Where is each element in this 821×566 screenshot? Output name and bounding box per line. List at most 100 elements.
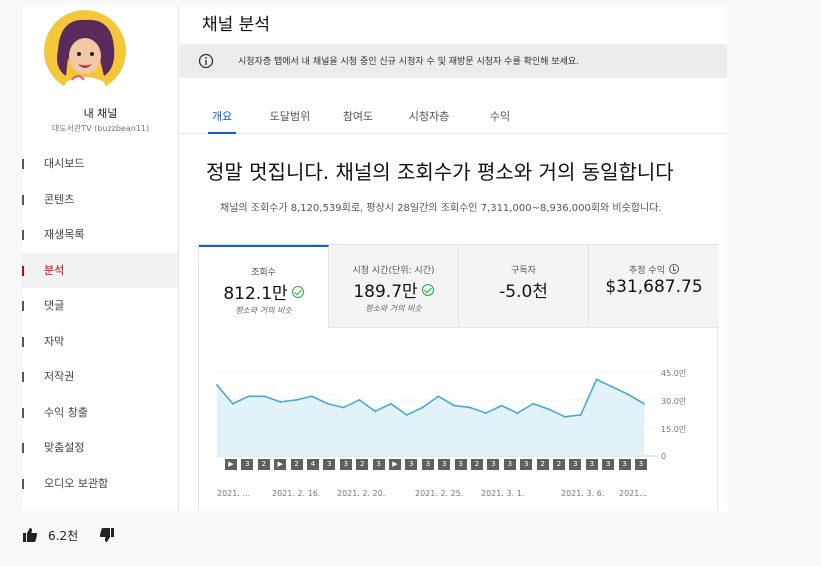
- sidebar-item-label: 맞춤설정: [44, 441, 85, 454]
- data-point: [389, 402, 392, 405]
- sidebar-item-copyright[interactable]: 저작권: [22, 359, 178, 395]
- sidebar-item-monetization[interactable]: 수익 창출: [22, 395, 178, 431]
- video-marker[interactable]: 3: [454, 459, 467, 470]
- metric-subscribers[interactable]: 구독자 -5.0천: [459, 245, 589, 328]
- sidebar-item-audio-library[interactable]: 오디오 보관함: [22, 466, 178, 502]
- data-point: [453, 404, 456, 407]
- metrics-card: 조회수 812.1만 평소와 거의 비슷 시청 시간(단위: 시간) 189.7…: [198, 244, 719, 511]
- video-marker[interactable]: 3: [635, 459, 647, 470]
- metric-value: 189.7만: [329, 277, 458, 302]
- video-marker[interactable]: 2: [471, 459, 483, 470]
- info-banner: 시청자층 탭에서 내 채널을 시청 중인 신규 시청자 수 및 재방문 시청자 …: [180, 44, 727, 78]
- data-point: [595, 378, 598, 381]
- sidebar-item-label: 콘텐츠: [44, 192, 75, 206]
- sidebar-item-content[interactable]: 콘텐츠: [22, 182, 178, 218]
- video-marker[interactable]: 4: [307, 459, 319, 470]
- y-tick-label: 15.0만: [661, 425, 687, 434]
- video-marker[interactable]: 3: [487, 459, 500, 470]
- customization-icon: [22, 443, 24, 453]
- info-icon: [198, 53, 214, 69]
- metric-note: 평소와 거의 비슷: [235, 306, 292, 315]
- copyright-icon: [22, 372, 24, 382]
- video-marker[interactable]: 3: [372, 459, 385, 470]
- thumbs-down-icon[interactable]: [99, 527, 115, 543]
- data-point: [532, 402, 535, 405]
- data-point: [627, 393, 630, 396]
- metric-value: 812.1만: [199, 279, 328, 304]
- video-marker[interactable]: ▶: [274, 459, 287, 470]
- tab-overview[interactable]: 개요: [208, 102, 236, 134]
- like-count: 6.2천: [48, 528, 79, 543]
- video-marker[interactable]: 3: [585, 459, 598, 470]
- screen: 내 채널 대도서관TV (buzzbean11) 대시보드 콘텐츠 재생목록 분…: [0, 0, 821, 566]
- video-marker[interactable]: 3: [569, 459, 582, 470]
- sidebar-item-customization[interactable]: 맞춤설정: [22, 430, 178, 466]
- video-marker[interactable]: 3: [520, 459, 533, 470]
- video-marker[interactable]: 2: [553, 459, 565, 470]
- sidebar-item-label: 댓글: [44, 299, 65, 312]
- metric-label: 추정 수익: [589, 263, 719, 276]
- data-point: [263, 395, 266, 398]
- data-point: [548, 408, 551, 411]
- sidebar-item-playlists[interactable]: 재생목록: [22, 217, 178, 253]
- video-marker[interactable]: 3: [421, 459, 434, 470]
- sidebar-item-dashboard[interactable]: 대시보드: [22, 146, 178, 182]
- metric-revenue[interactable]: 추정 수익 $31,687.75: [589, 245, 719, 328]
- data-point: [342, 406, 345, 409]
- sidebar: 내 채널 대도서관TV (buzzbean11) 대시보드 콘텐츠 재생목록 분…: [22, 6, 179, 511]
- metric-value-text: 812.1만: [223, 284, 288, 304]
- audio-library-icon: [22, 478, 24, 489]
- content-icon: [22, 194, 24, 205]
- subtitles-icon: [22, 336, 24, 347]
- channel-name: 내 채널: [83, 107, 118, 120]
- video-marker[interactable]: 3: [602, 459, 615, 470]
- video-marker[interactable]: 2: [356, 459, 369, 470]
- check-circle-icon: [421, 284, 434, 296]
- sidebar-item-comments[interactable]: 댓글: [22, 288, 178, 324]
- data-point: [579, 413, 582, 416]
- tab-reach[interactable]: 도달범위: [266, 102, 314, 134]
- metric-label-text: 추정 수익: [629, 266, 665, 276]
- video-marker[interactable]: 2: [290, 459, 303, 470]
- reactions-bar: 6.2천: [22, 524, 115, 546]
- tab-audience[interactable]: 시청자층: [403, 102, 455, 134]
- video-marker[interactable]: ▶: [389, 459, 401, 470]
- sidebar-item-label: 대시보드: [44, 157, 85, 170]
- video-marker[interactable]: 3: [405, 459, 418, 470]
- tab-engagement[interactable]: 참여도: [338, 102, 378, 134]
- check-circle-icon: [291, 286, 304, 298]
- sidebar-item-label: 오디오 보관함: [44, 476, 109, 490]
- metric-label: 구독자: [511, 266, 536, 276]
- video-marker[interactable]: 3: [618, 459, 631, 470]
- video-marker[interactable]: 3: [438, 459, 451, 470]
- sidebar-item-subtitles[interactable]: 자막: [22, 324, 178, 360]
- channel-avatar[interactable]: [44, 10, 126, 92]
- tab-revenue[interactable]: 수익: [480, 102, 520, 134]
- thumbs-up-icon[interactable]: [22, 527, 38, 543]
- y-tick-label: 0: [661, 452, 667, 461]
- video-marker[interactable]: ▶: [225, 459, 237, 470]
- metric-value: $31,687.75: [605, 277, 703, 297]
- comments-icon: [22, 301, 24, 311]
- playlist-icon: [22, 230, 24, 240]
- video-marker[interactable]: 3: [339, 459, 352, 470]
- video-marker[interactable]: 2: [257, 459, 270, 470]
- summary-headline: 정말 멋집니다. 채널의 조회수가 평소와 거의 동일합니다: [206, 160, 674, 184]
- metric-watch-time[interactable]: 시청 시간(단위: 시간) 189.7만 평소와 거의 비슷: [329, 245, 459, 328]
- data-point: [374, 410, 377, 413]
- data-point: [484, 412, 487, 415]
- data-point: [326, 402, 329, 405]
- sidebar-item-label: 분석: [44, 263, 65, 277]
- video-marker[interactable]: 3: [323, 459, 336, 470]
- video-marker[interactable]: 3: [503, 459, 516, 470]
- video-marker[interactable]: 2: [536, 459, 549, 470]
- x-tick-label: 2021. 3. 6.: [561, 489, 605, 498]
- data-point: [216, 384, 218, 387]
- video-marker[interactable]: 3: [241, 459, 254, 470]
- summary-subline: 채널의 조회수가 8,120,539회로, 평상시 28일간의 조회수인 7,3…: [220, 203, 662, 214]
- data-point: [358, 399, 361, 401]
- metric-views[interactable]: 조회수 812.1만 평소와 거의 비슷: [199, 245, 329, 328]
- sidebar-item-analytics[interactable]: 분석: [22, 252, 178, 288]
- x-tick-label: 2021. 2. 20.: [337, 489, 386, 498]
- views-chart[interactable]: [199, 345, 719, 457]
